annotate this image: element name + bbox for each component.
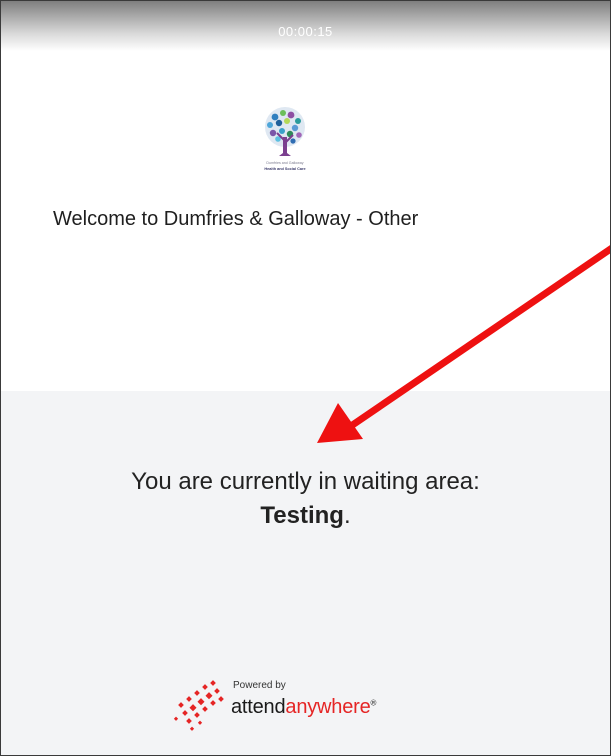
attendanywhere-logo-icon xyxy=(173,680,224,731)
timer-bar: 00:00:15 xyxy=(1,1,610,51)
waiting-area-status: You are currently in waiting area: Testi… xyxy=(1,465,610,533)
svg-text:Dumfries and Galloway: Dumfries and Galloway xyxy=(266,161,303,165)
welcome-message: Welcome to Dumfries & Galloway - Other xyxy=(53,208,419,230)
waiting-area-prefix: You are currently in waiting area: xyxy=(131,468,480,495)
svg-text:Health and Social Care: Health and Social Care xyxy=(264,167,305,171)
attendanywhere-wordmark: attendanywhere® xyxy=(231,696,377,718)
organization-logo: Dumfries and Galloway Health and Social … xyxy=(253,101,317,179)
powered-by-branding: Powered by attendanywhere® xyxy=(173,677,377,737)
app-window: 00:00:15 Dumfries and Galloway Health an… xyxy=(0,0,611,756)
call-timer: 00:00:15 xyxy=(278,24,333,39)
tree-logo-icon: Dumfries and Galloway Health and Social … xyxy=(264,107,306,171)
waiting-area-name: Testing xyxy=(260,502,344,529)
waiting-area-suffix: . xyxy=(343,502,351,529)
powered-by-label: Powered by xyxy=(233,680,286,691)
